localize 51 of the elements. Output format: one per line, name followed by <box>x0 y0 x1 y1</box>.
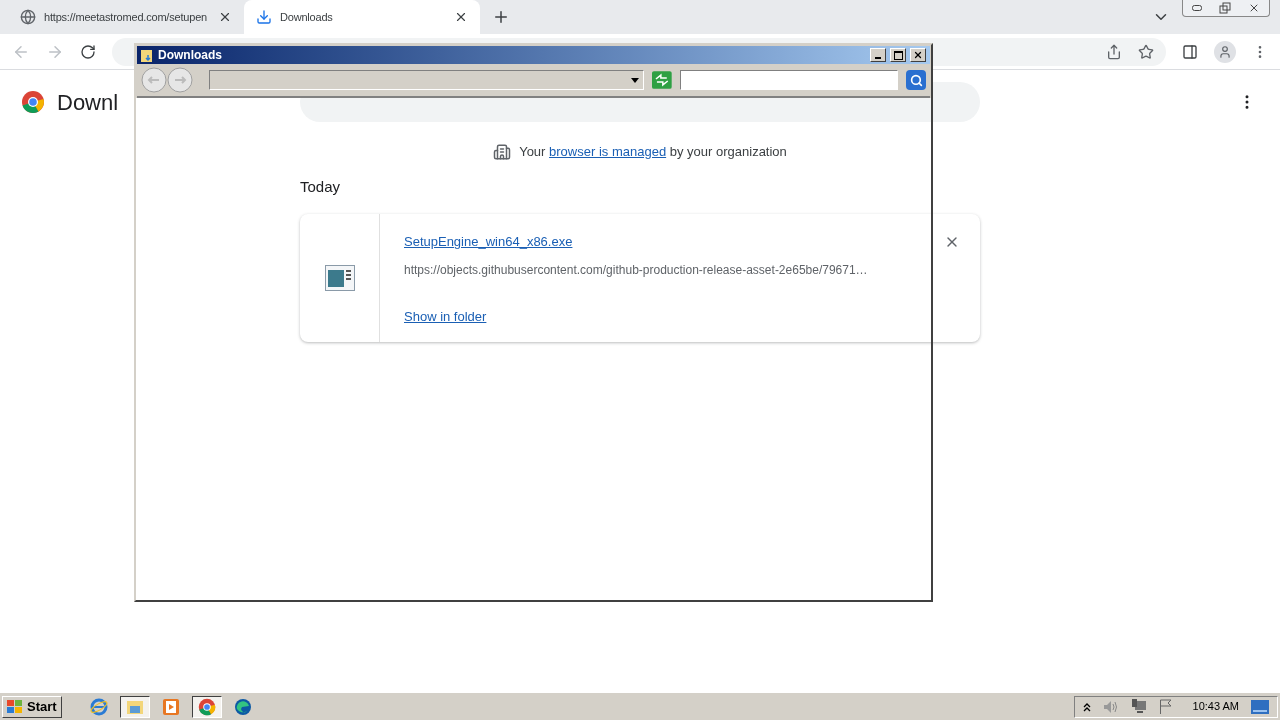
close-icon <box>913 50 923 60</box>
new-tab-icon[interactable] <box>492 8 510 26</box>
chevron-up-icon[interactable] <box>1082 701 1091 712</box>
folder-icon <box>125 698 144 715</box>
section-title: Today <box>300 176 342 197</box>
tab-title: Downloads <box>280 9 334 25</box>
browser-e-icon <box>89 697 108 716</box>
profile-avatar[interactable] <box>1214 40 1236 63</box>
close-icon[interactable] <box>218 10 232 24</box>
taskbar-app[interactable] <box>119 695 150 718</box>
download-icon <box>256 9 272 25</box>
reload-icon[interactable] <box>80 43 96 60</box>
clock[interactable]: 10:43 AM <box>1192 698 1239 715</box>
minimize-button[interactable] <box>870 48 886 62</box>
edge-icon <box>233 697 252 716</box>
maximize-icon <box>893 50 903 60</box>
side-panel-icon[interactable] <box>1182 43 1198 60</box>
tab-title: https://meetastromed.com/setupen <box>44 9 208 25</box>
page-heading: Downl <box>57 88 119 117</box>
dropdown-arrow-icon[interactable] <box>631 77 640 83</box>
file-icon <box>324 265 355 291</box>
network-icon[interactable] <box>1130 699 1147 714</box>
restore-icon[interactable] <box>1219 2 1231 14</box>
folder-icon <box>141 48 154 62</box>
share-icon[interactable] <box>1106 43 1122 60</box>
close-button[interactable] <box>910 48 926 62</box>
show-in-folder-link[interactable]: Show in folder <box>404 306 487 326</box>
chrome-icon <box>197 697 216 716</box>
play-icon <box>162 698 179 715</box>
file-name-link[interactable]: SetupEngine_win64_x86.exe <box>404 232 573 252</box>
chrome-logo-icon <box>21 90 45 114</box>
taskbar-app[interactable] <box>191 695 222 718</box>
close-icon[interactable] <box>454 10 468 24</box>
building-icon <box>493 142 512 161</box>
refresh-icon[interactable] <box>652 71 672 89</box>
start-button[interactable]: Start <box>2 695 62 718</box>
managed-notice: Your browser is managed by your organization <box>519 143 787 161</box>
window-title: Downloads <box>158 47 223 64</box>
download-url: https://objects.githubusercontent.com/github-production-release-asset-2e65be/79671… <box>404 261 869 279</box>
flag-icon[interactable] <box>1158 699 1173 714</box>
maximize-button[interactable] <box>890 48 906 62</box>
search-input[interactable] <box>679 70 899 90</box>
show-desktop-icon[interactable] <box>1251 699 1269 714</box>
globe-icon <box>20 9 36 25</box>
search-button[interactable] <box>906 70 926 90</box>
browser-tab[interactable]: Downloads <box>244 0 480 34</box>
managed-link[interactable]: browser is managed <box>549 144 667 159</box>
windows-logo-icon <box>7 699 23 714</box>
bookmark-star-icon[interactable] <box>1138 43 1154 60</box>
minimize-icon[interactable] <box>1191 5 1202 11</box>
address-combobox[interactable] <box>209 70 645 90</box>
